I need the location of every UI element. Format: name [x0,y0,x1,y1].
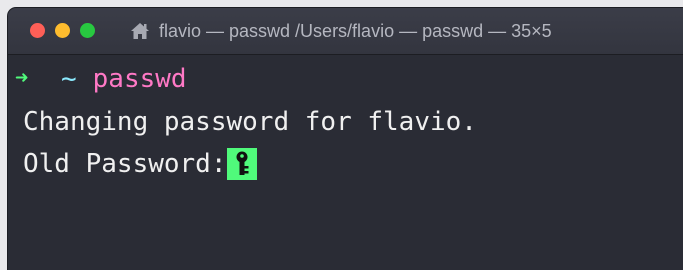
prompt-line: ➜ ~ passwd [15,62,187,96]
prompt-directory: ~ [61,64,77,94]
password-prompt-line: Old Password: [23,147,257,181]
prompt-arrow-icon: ➜ [15,66,29,91]
window-title-text: flavio — passwd /Users/flavio — passwd —… [159,20,552,41]
output-line: Changing password for flavio. [23,107,477,137]
key-icon [236,151,248,175]
command-text: passwd [92,64,187,94]
password-prompt-text: Old Password: [23,149,227,179]
terminal-content[interactable]: ➜ ~ passwd Changing password for flavio. O… [8,55,683,270]
key-cursor-icon[interactable] [226,148,257,180]
home-icon [131,23,149,39]
minimize-button[interactable] [55,23,70,38]
window-title: flavio — passwd /Users/flavio — passwd —… [130,20,552,42]
terminal-window: flavio — passwd /Users/flavio — passwd —… [8,8,683,270]
close-button[interactable] [30,23,45,38]
title-bar[interactable]: flavio — passwd /Users/flavio — passwd —… [8,8,683,55]
maximize-button[interactable] [80,23,95,38]
